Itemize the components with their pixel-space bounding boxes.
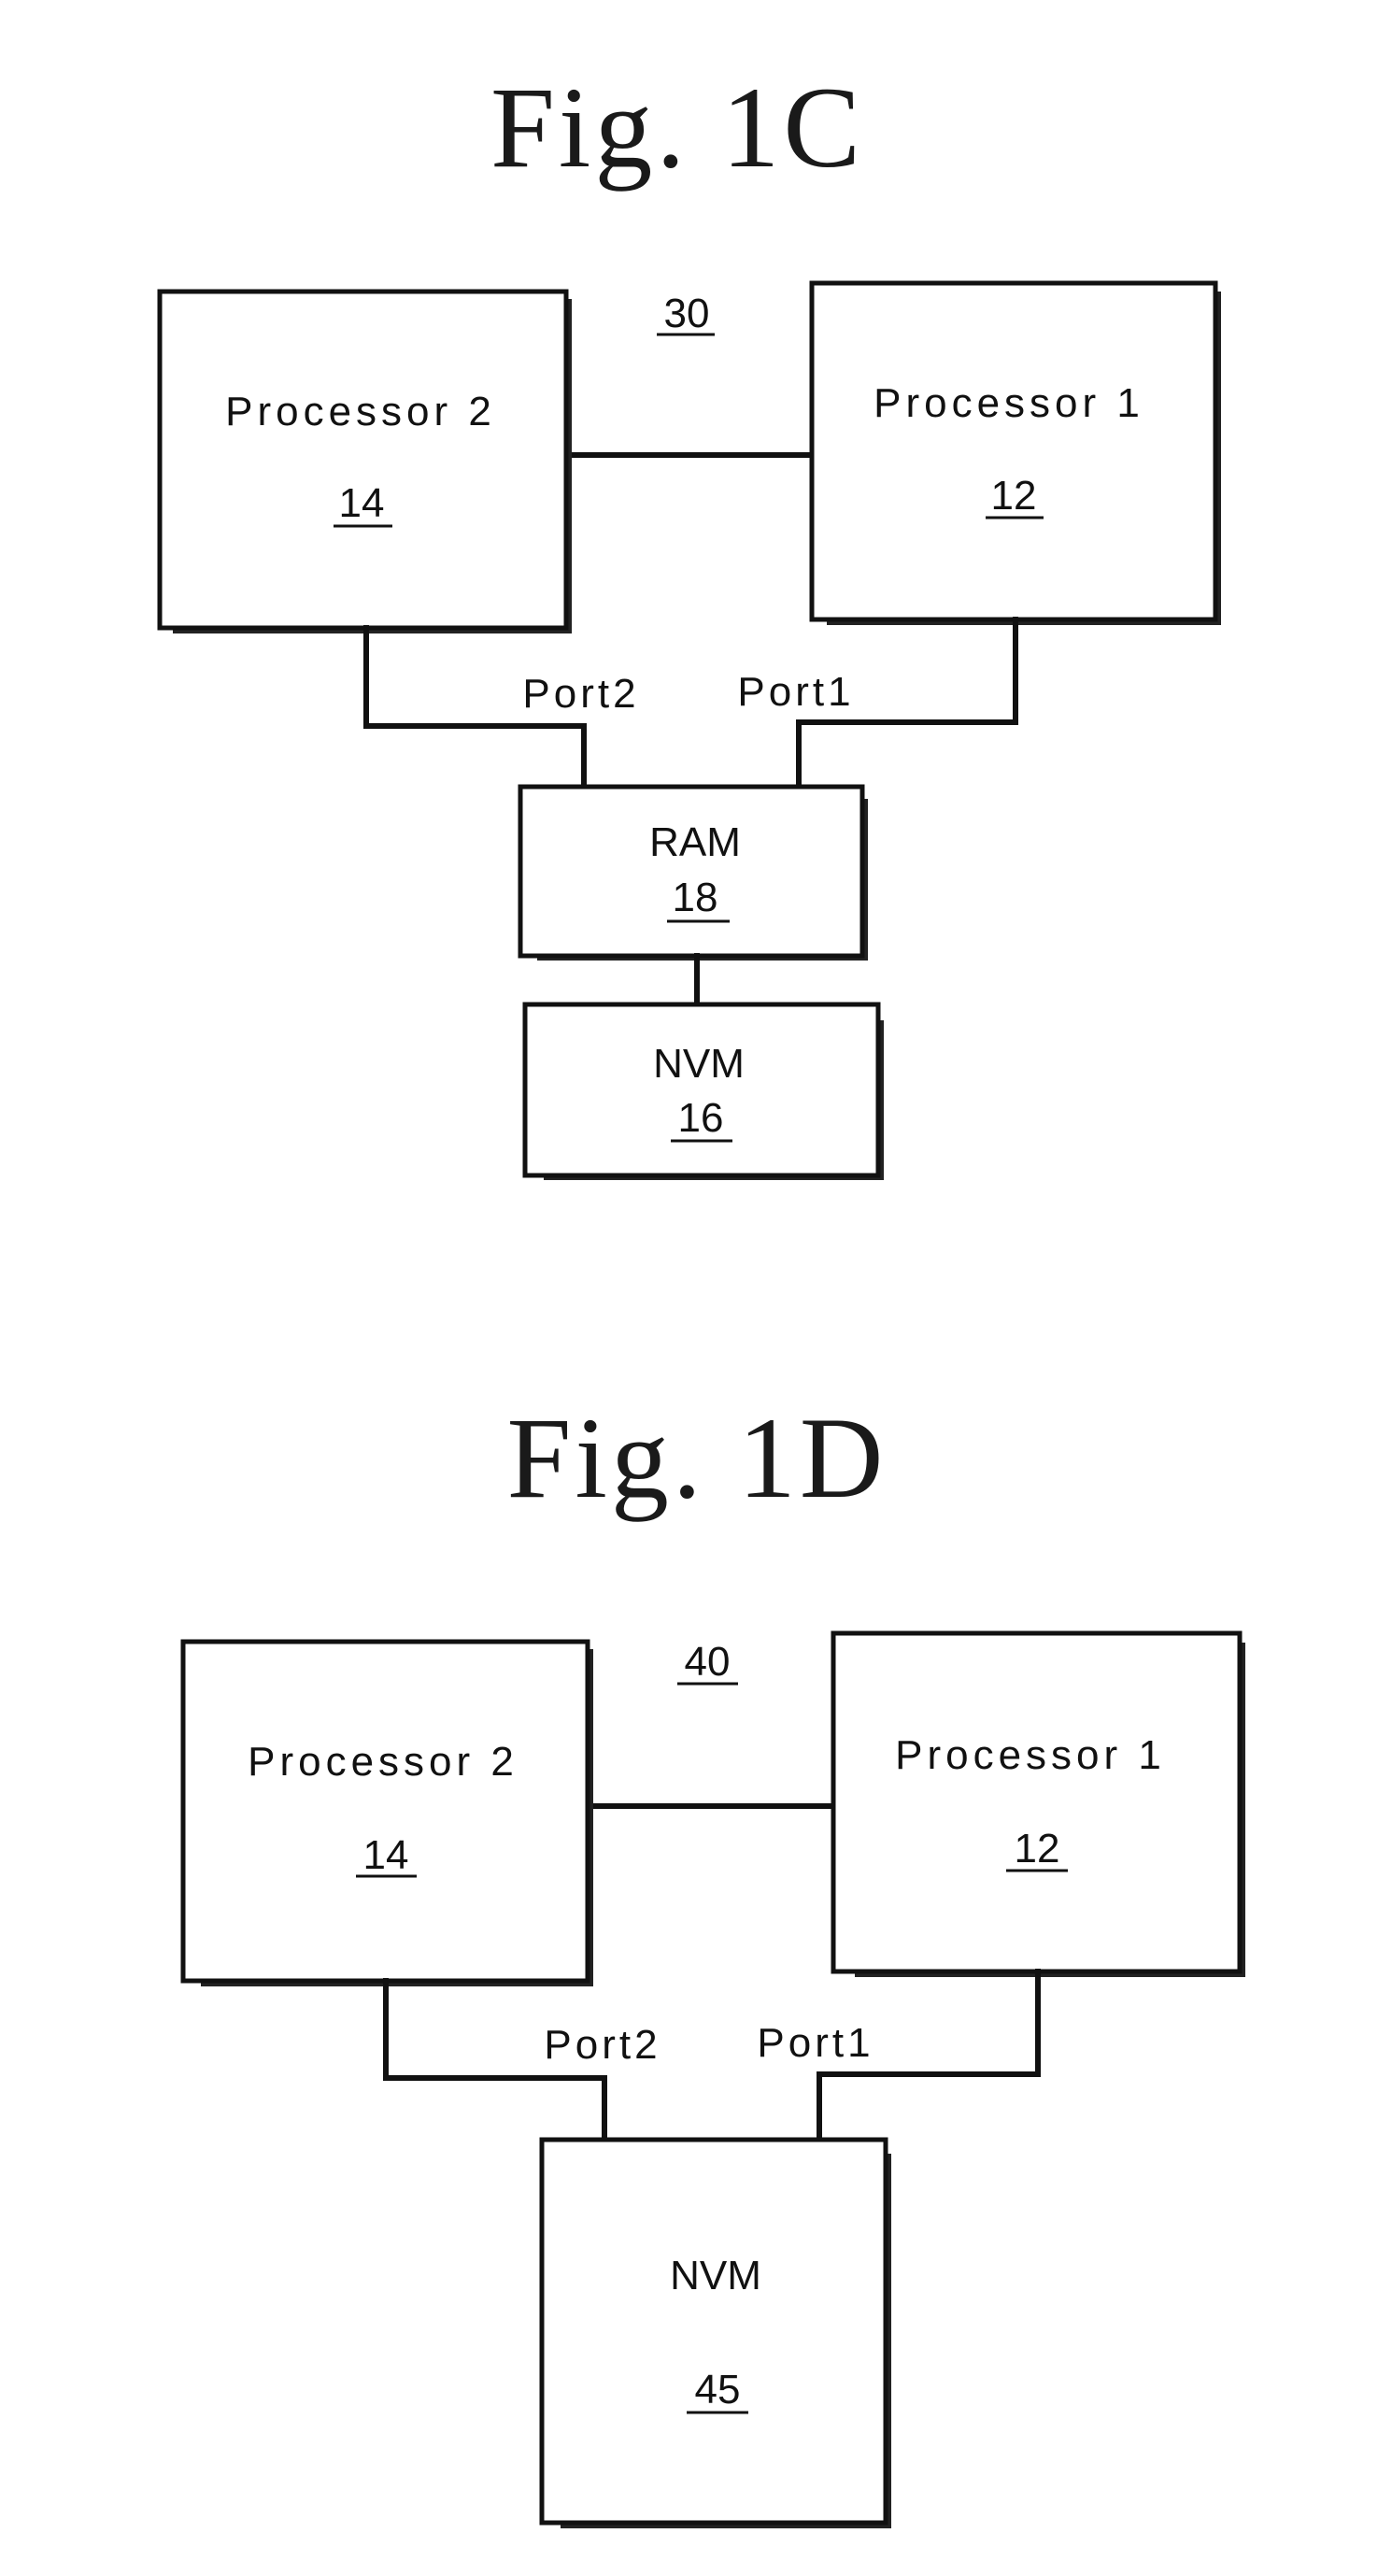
port2-label: Port2: [522, 671, 639, 717]
ram-box: [518, 784, 865, 959]
processor-1-box: [831, 1630, 1243, 1974]
figure-1c-title: Fig. 1C: [490, 64, 864, 192]
ram-block: RAM 18: [518, 784, 868, 961]
processor-1-ref: 12: [1015, 1826, 1060, 1872]
nvm-16-block: NVM 16: [522, 1002, 884, 1180]
figure-1d: Fig. 1D 40 Processor 2 14 Processor 1 12…: [180, 1394, 1245, 2528]
ram-label: RAM: [649, 819, 741, 865]
system-ref-40: 40: [685, 1639, 731, 1685]
nvm-45-box: [539, 2137, 888, 2526]
processor-1-block: Processor 1 12: [809, 280, 1221, 625]
processor-2-block: Processor 2 14: [157, 289, 572, 633]
processor-2-ref: 14: [339, 480, 385, 526]
processor-2-box: [157, 289, 569, 631]
nvm-45-block: NVM 45: [539, 2137, 891, 2528]
figure-1c: Fig. 1C 30 Processor 2 14 Processor 1 12…: [157, 64, 1221, 1180]
processor-1-box: [809, 280, 1218, 622]
processor-2-ref: 14: [363, 1832, 409, 1878]
processor-2-block: Processor 2 14: [180, 1639, 593, 1986]
nvm-16-ref: 16: [678, 1095, 724, 1141]
processor-2-label: Processor 2: [225, 389, 496, 434]
processor-2-box: [180, 1639, 590, 1984]
nvm-45-ref: 45: [695, 2367, 741, 2412]
port2-label: Port2: [544, 2022, 660, 2068]
port1-label: Port1: [737, 669, 854, 715]
processor-1-label: Processor 1: [874, 380, 1144, 426]
processor-1-ref: 12: [991, 473, 1037, 519]
nvm-16-box: [522, 1002, 881, 1178]
processor-1-block: Processor 1 12: [831, 1630, 1245, 1977]
ram-ref: 18: [673, 875, 718, 920]
system-ref-30: 30: [664, 291, 710, 336]
processor-2-label: Processor 2: [248, 1739, 518, 1785]
figure-1d-title: Fig. 1D: [507, 1394, 888, 1522]
port1-label: Port1: [757, 2020, 874, 2066]
nvm-45-label: NVM: [670, 2253, 761, 2298]
processor-1-label: Processor 1: [895, 1732, 1166, 1778]
nvm-16-label: NVM: [653, 1041, 745, 1087]
patent-drawing-sheet: Fig. 1C 30 Processor 2 14 Processor 1 12…: [157, 64, 1245, 2528]
